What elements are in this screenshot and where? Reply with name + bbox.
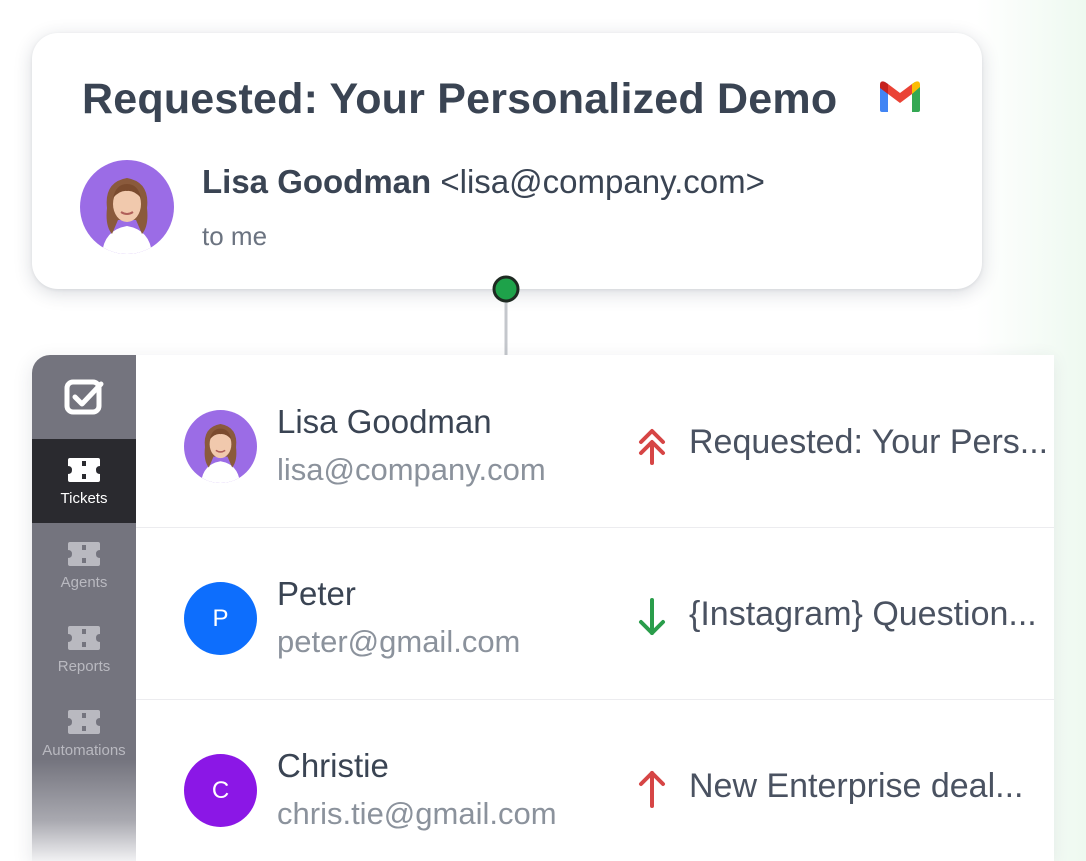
ticket-row[interactable]: P Peter peter@gmail.com {Instagram} Ques… — [136, 527, 1054, 700]
sidebar-item-tickets[interactable]: Tickets — [32, 439, 136, 523]
requester-name: Lisa Goodman — [277, 403, 492, 440]
sidebar-item-agents[interactable]: Agents — [32, 523, 136, 607]
ticket-subject: {Instagram} Question... — [689, 595, 1037, 633]
ticket-row[interactable]: C Christie chris.tie@gmail.com New Enter… — [136, 699, 1054, 861]
arrow-up-icon — [639, 771, 665, 808]
sidebar-item-label: Reports — [57, 657, 111, 675]
ticket-list: Lisa Goodman lisa@company.com Requested:… — [136, 355, 1054, 861]
sidebar-item-automations[interactable]: Automations — [32, 691, 136, 775]
gmail-icon — [880, 81, 920, 112]
email-card[interactable]: Requested: Your Personalized Demo Lisa G… — [32, 33, 982, 289]
requester-email: peter@gmail.com — [277, 624, 521, 659]
arrow-down-icon — [639, 598, 665, 635]
double-chevron-up-icon — [639, 429, 665, 465]
connector-dot — [492, 275, 520, 303]
avatar: C — [184, 754, 257, 827]
avatar: P — [184, 582, 257, 655]
sidebar-item-label: Automations — [42, 741, 126, 759]
avatar — [184, 410, 257, 483]
ticket-row[interactable]: Lisa Goodman lisa@company.com Requested:… — [136, 355, 1054, 528]
requester-email: chris.tie@gmail.com — [277, 796, 557, 831]
ticket-subject: Requested: Your Pers... — [689, 423, 1049, 461]
recipient-label: to me — [202, 221, 268, 251]
sender-name: Lisa Goodman — [202, 163, 432, 200]
requester-email: lisa@company.com — [277, 452, 546, 487]
requester-name: Peter — [277, 575, 356, 612]
helpdesk-app: Tickets Agents Reports Automations Lisa … — [32, 355, 1054, 861]
ticket-subject: New Enterprise deal... — [689, 767, 1024, 805]
checkbox-logo-icon[interactable] — [32, 355, 136, 439]
ticket-icon — [68, 541, 100, 566]
sender-email: <lisa@company.com> — [440, 163, 765, 200]
sender-line: Lisa Goodman <lisa@company.com> — [202, 163, 765, 201]
sender-avatar — [80, 160, 174, 254]
ticket-icon — [68, 625, 100, 650]
ticket-icon — [68, 457, 100, 482]
sidebar-item-label: Tickets — [60, 489, 108, 507]
sidebar-item-label: Agents — [60, 573, 108, 591]
sidebar-item-reports[interactable]: Reports — [32, 607, 136, 691]
email-subject: Requested: Your Personalized Demo — [82, 75, 838, 123]
ticket-icon — [68, 709, 100, 734]
requester-name: Christie — [277, 747, 389, 784]
sidebar: Tickets Agents Reports Automations — [32, 355, 136, 861]
